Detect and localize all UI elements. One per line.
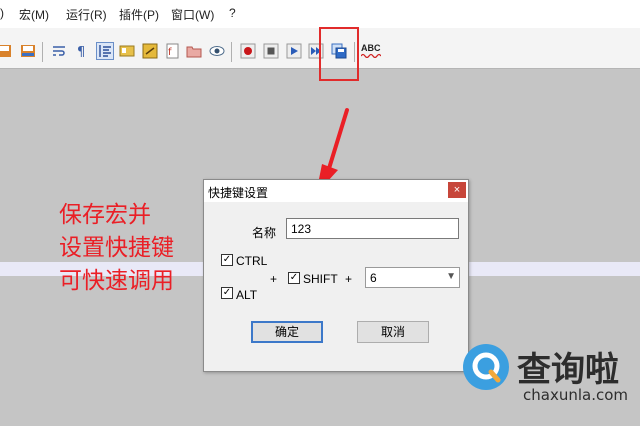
- annotation-line-3: 可快速调用: [59, 268, 174, 294]
- paragraph-icon[interactable]: ¶: [74, 43, 90, 59]
- menu-window[interactable]: 窗口(W): [171, 6, 214, 23]
- ctrl-label: CTRL: [236, 254, 268, 268]
- chevron-down-icon: ▼: [446, 271, 456, 282]
- watermark-url: chaxunla.com: [523, 386, 628, 404]
- spellcheck-label: ABC: [361, 43, 381, 53]
- toolbar-separator: [42, 42, 43, 62]
- highlight-box: [319, 27, 359, 81]
- shortcut-dialog: 快捷键设置 × 名称 ✓ CTRL + ✓ SHIFT + 6 ▼ ✓ ALT …: [203, 179, 469, 372]
- record-macro-icon[interactable]: [240, 43, 256, 59]
- menu-bar: ) 宏(M) 运行(R) 插件(P) 窗口(W) ?: [0, 0, 640, 28]
- alt-checkbox[interactable]: ✓: [221, 287, 233, 299]
- function-list-icon[interactable]: f: [164, 43, 180, 59]
- folder-icon[interactable]: [186, 43, 202, 59]
- plus-sign: +: [270, 272, 278, 286]
- menu-partial-glyph: ): [0, 6, 4, 20]
- spellcheck-squiggle: [361, 53, 381, 58]
- stop-macro-icon[interactable]: [263, 43, 279, 59]
- spellcheck-icon[interactable]: ABC: [361, 43, 381, 59]
- toolbar-separator: [231, 42, 232, 62]
- fold-icon[interactable]: [142, 43, 158, 59]
- svg-text:f: f: [168, 47, 172, 58]
- menu-help[interactable]: ?: [229, 6, 236, 20]
- dialog-titlebar[interactable]: 快捷键设置 ×: [204, 180, 468, 202]
- doc-map-icon[interactable]: [119, 43, 135, 59]
- shift-label: SHIFT: [303, 272, 338, 286]
- eye-icon[interactable]: [209, 43, 225, 59]
- ok-button[interactable]: 确定: [251, 321, 323, 343]
- menu-run[interactable]: 运行(R): [66, 6, 107, 23]
- indent-guide-icon[interactable]: [96, 42, 114, 60]
- annotation-line-2: 设置快捷键: [59, 235, 174, 261]
- plus-sign: +: [345, 272, 353, 286]
- save-all-icon[interactable]: [20, 43, 36, 59]
- dialog-title: 快捷键设置: [208, 186, 269, 200]
- watermark-brand: 查询啦: [517, 350, 619, 390]
- cancel-button[interactable]: 取消: [357, 321, 429, 343]
- shift-checkbox[interactable]: ✓: [288, 272, 300, 284]
- svg-text:¶: ¶: [77, 45, 85, 59]
- watermark-logo-icon: [463, 344, 509, 390]
- menu-plugins[interactable]: 插件(P): [119, 6, 159, 23]
- annotation-line-1: 保存宏并: [59, 202, 151, 228]
- close-icon[interactable]: ×: [448, 182, 466, 198]
- save-icon[interactable]: [0, 43, 12, 59]
- key-select[interactable]: 6 ▼: [365, 267, 460, 288]
- wrap-icon[interactable]: [51, 43, 67, 59]
- menu-macro[interactable]: 宏(M): [19, 6, 49, 23]
- ctrl-checkbox[interactable]: ✓: [221, 254, 233, 266]
- play-macro-icon[interactable]: [286, 43, 302, 59]
- name-input[interactable]: [286, 218, 459, 239]
- name-label: 名称: [252, 226, 277, 240]
- key-select-value: 6: [370, 271, 377, 285]
- alt-label: ALT: [236, 288, 258, 302]
